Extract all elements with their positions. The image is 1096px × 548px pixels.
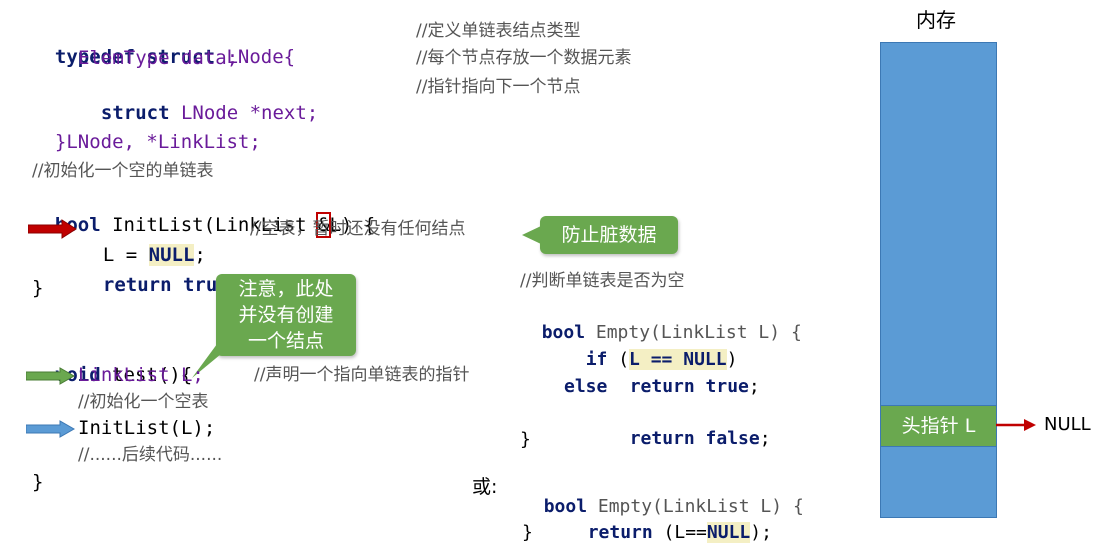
test-line-1: LinkList L; — [78, 364, 204, 386]
init-close: } — [32, 277, 44, 299]
blue-arrow-icon — [26, 420, 76, 438]
empty1-close: } — [520, 429, 531, 450]
note-line-1: 注意，此处 — [238, 278, 334, 300]
test-line-4: //......后续代码...... — [78, 445, 223, 465]
note-line-2: 并没有创建 — [238, 304, 334, 326]
green-arrow-icon — [26, 367, 76, 385]
typedef-names: }LNode, *LinkList; — [54, 131, 261, 153]
test-line-2-comment: //初始化一个空表 — [78, 392, 209, 412]
struct-comment-1: //定义单链表结点类型 — [416, 21, 581, 41]
struct-comment-2: //每个节点存放一个数据元素 — [416, 48, 632, 68]
return-false-end: ; — [759, 428, 771, 449]
empty2-close: } — [522, 522, 533, 543]
or-label: 或: — [472, 476, 498, 498]
struct-line-2: ElemType data; — [78, 47, 239, 69]
test-close: } — [32, 471, 44, 493]
empty2-close-paren: ); — [750, 522, 772, 543]
dirty-data-text: 防止脏数据 — [561, 224, 657, 246]
empty2-open: (L== — [663, 522, 707, 543]
empty-comment: //判断单链表是否为空 — [520, 271, 685, 291]
return-true-kw: return true — [629, 376, 749, 397]
head-pointer-cell: 头指针 L — [880, 405, 997, 447]
empty1-return-true: return true; — [608, 348, 760, 400]
struct-line-4: }LNode, *LinkList; — [32, 103, 261, 155]
null-arrow-icon — [996, 419, 1036, 431]
struct-comment-3: //指针指向下一个节点 — [416, 77, 581, 97]
bubble-pointer-icon — [522, 226, 541, 244]
empty1-return-false: return false; — [608, 400, 771, 452]
return-true: return true — [102, 274, 229, 296]
dirty-data-bubble: 防止脏数据 — [540, 216, 678, 254]
empty2-null: NULL — [706, 522, 751, 543]
init-body-comment: //空表，暂时还没有任何结点 — [250, 219, 466, 239]
test-line-3: InitList(L); — [78, 417, 216, 439]
null-label: NULL — [1044, 414, 1091, 435]
empty2-return: return (L==NULL); — [566, 494, 772, 546]
test-line-1-comment: //声明一个指向单链表的指针 — [254, 365, 470, 385]
return-false-kw: return false — [629, 428, 760, 449]
empty1-else: else — [564, 376, 608, 397]
red-arrow-icon — [28, 219, 77, 239]
return-true-end: ; — [748, 376, 760, 397]
empty2-return-kw: return — [587, 522, 664, 543]
init-comment: //初始化一个空的单链表 — [32, 161, 214, 181]
memory-title: 内存 — [916, 8, 956, 32]
